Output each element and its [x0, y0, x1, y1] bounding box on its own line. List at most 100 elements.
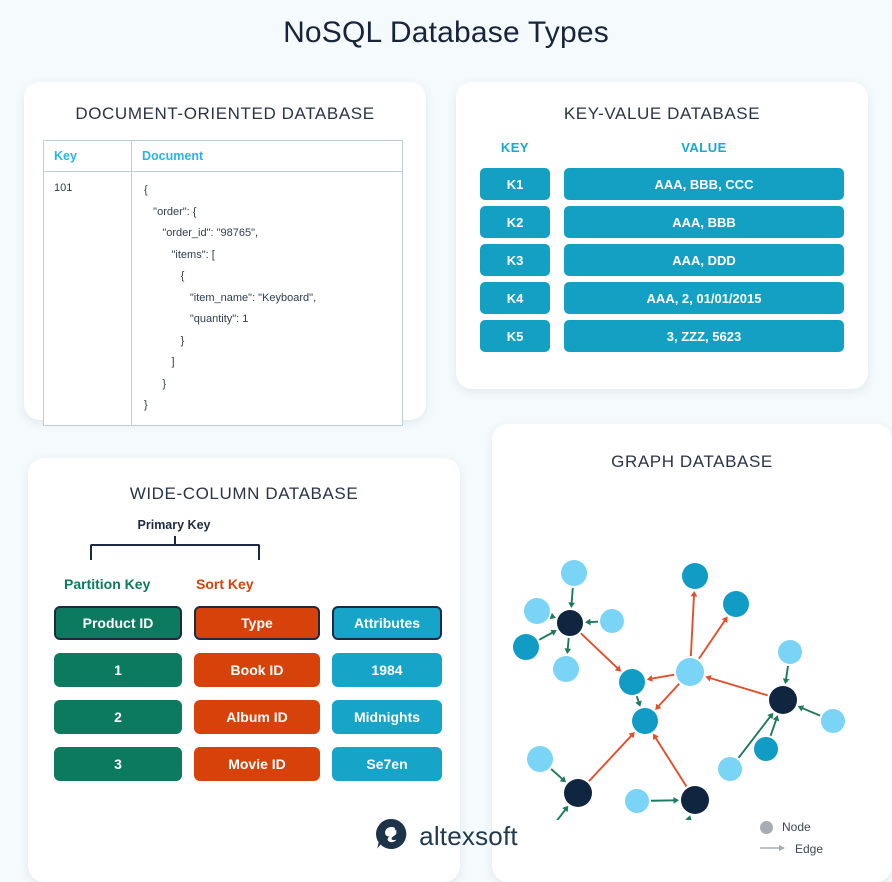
partition-key-label: Partition Key — [64, 576, 150, 592]
graph-node — [676, 658, 704, 686]
graph-edge — [801, 707, 821, 715]
graph-edge-arrowhead — [691, 591, 698, 597]
document-table: Key Document 101 { "order": { "order_id"… — [43, 140, 403, 426]
keyvalue-row: K2 AAA, BBB — [480, 206, 844, 238]
keyvalue-key-pill: K2 — [480, 206, 550, 238]
document-oriented-database-card: DOCUMENT-ORIENTED DATABASE Key Document … — [24, 82, 426, 420]
document-row-key: 101 — [44, 172, 132, 426]
graph-node — [718, 757, 742, 781]
graph-edge — [539, 632, 554, 640]
keyvalue-key-pill: K3 — [480, 244, 550, 276]
brand-name: altexsoft — [419, 821, 518, 852]
keyvalue-row: K4 AAA, 2, 01/01/2015 — [480, 282, 844, 314]
keyvalue-key-pill: K4 — [480, 282, 550, 314]
graph-edge — [691, 594, 694, 656]
keyvalue-row: K3 AAA, DDD — [480, 244, 844, 276]
graph-edge — [699, 619, 726, 659]
table-header-row: Key Document — [44, 141, 403, 172]
keyvalue-row: K1 AAA, BBB, CCC — [480, 168, 844, 200]
keyvalue-column-headers: KEY VALUE — [480, 140, 844, 160]
graph-node — [682, 563, 708, 589]
graph-edge — [655, 736, 687, 786]
widecolumn-header-cell: Attributes — [332, 606, 442, 640]
widecolumn-cell: Book ID — [194, 653, 320, 687]
column-header-value: VALUE — [564, 140, 844, 155]
widecolumn-cell: 3 — [54, 747, 182, 781]
graph-node — [527, 746, 553, 772]
widecolumn-cell: 1 — [54, 653, 182, 687]
graph-edge — [657, 684, 679, 708]
widecolumn-rows: Product IDTypeAttributes1Book ID19842Alb… — [54, 606, 434, 794]
graph-edge-arrowhead — [585, 619, 591, 626]
widecolumn-cell: 2 — [54, 700, 182, 734]
graph-node — [600, 609, 624, 633]
graph-node — [619, 669, 645, 695]
graph-edge-arrowhead — [783, 678, 790, 684]
column-header-key: KEY — [480, 140, 550, 155]
primary-key-bracket-group: Primary Key — [64, 518, 284, 574]
graph-edge — [650, 675, 674, 679]
page-title: NoSQL Database Types — [0, 0, 892, 50]
keyvalue-value-pill: AAA, BBB — [564, 206, 844, 238]
graph-node — [778, 640, 802, 664]
keyvalue-value-pill: 3, ZZZ, 5623 — [564, 320, 844, 352]
graph-node — [553, 656, 579, 682]
widecolumn-header-row: Product IDTypeAttributes — [54, 606, 434, 640]
keyvalue-rows: K1 AAA, BBB, CCC K2 AAA, BBB K3 AAA, DDD K4 AAA… — [480, 168, 844, 358]
graph-node — [561, 560, 587, 586]
primary-key-label: Primary Key — [64, 518, 284, 532]
widecolumn-data-row: 2Album IDMidnights — [54, 700, 434, 734]
widecolumn-cell: Midnights — [332, 700, 442, 734]
graph-node — [632, 708, 658, 734]
document-json-value: { "order": { "order_id": "98765", "items… — [132, 172, 403, 426]
graph-node — [557, 610, 583, 636]
bracket-icon — [90, 544, 260, 560]
graph-database-card: GRAPH DATABASE Node Edge — [492, 424, 892, 882]
widecolumn-data-row: 3Movie IDSe7en — [54, 747, 434, 781]
altexsoft-logo-icon — [374, 817, 408, 856]
keyvalue-value-pill: AAA, BBB, CCC — [564, 168, 844, 200]
graph-node — [754, 737, 778, 761]
key-value-database-card: KEY-VALUE DATABASE KEY VALUE K1 AAA, BBB,… — [456, 82, 868, 389]
widecolumn-cell: Movie ID — [194, 747, 320, 781]
graph-node — [723, 591, 749, 617]
keyvalue-value-pill: AAA, 2, 01/01/2015 — [564, 282, 844, 314]
graph-edge-arrowhead — [550, 613, 556, 619]
graph-node — [513, 634, 539, 660]
document-card-title: DOCUMENT-ORIENTED DATABASE — [24, 104, 426, 124]
graph-edge-arrowhead — [673, 797, 679, 804]
keyvalue-value-pill: AAA, DDD — [564, 244, 844, 276]
column-header-key: Key — [44, 141, 132, 172]
keyvalue-key-pill: K5 — [480, 320, 550, 352]
graph-edge — [581, 633, 619, 669]
graph-edge — [708, 677, 767, 695]
graph-node — [769, 686, 797, 714]
graph-node — [681, 786, 709, 814]
column-header-document: Document — [132, 141, 403, 172]
widecolumn-header-cell: Product ID — [54, 606, 182, 640]
cards-grid: DOCUMENT-ORIENTED DATABASE Key Document … — [0, 80, 892, 872]
widecolumn-cell: 1984 — [332, 653, 442, 687]
widecolumn-data-row: 1Book ID1984 — [54, 653, 434, 687]
graph-node — [625, 789, 649, 813]
widecolumn-cell: Album ID — [194, 700, 320, 734]
graph-node — [524, 598, 550, 624]
graph-node — [564, 779, 592, 807]
widecolumn-key-labels: Partition Key Sort Key — [54, 576, 434, 596]
widecolumn-card-title: WIDE-COLUMN DATABASE — [28, 484, 460, 504]
sort-key-label: Sort Key — [196, 576, 254, 592]
footer: altexsoft — [0, 817, 892, 856]
keyvalue-key-pill: K1 — [480, 168, 550, 200]
graph-card-title: GRAPH DATABASE — [492, 452, 892, 472]
keyvalue-card-title: KEY-VALUE DATABASE — [456, 104, 868, 124]
graph-edge — [589, 734, 633, 781]
graph-node — [821, 709, 845, 733]
graph-edge-arrowhead — [647, 675, 653, 682]
table-row: 101 { "order": { "order_id": "98765", "i… — [44, 172, 403, 426]
widecolumn-header-cell: Type — [194, 606, 320, 640]
graph-edge — [571, 588, 572, 605]
graph-edge-arrowhead — [564, 648, 571, 654]
graph-visualization — [492, 480, 892, 820]
graph-edge-arrowhead — [568, 602, 575, 608]
graph-edge — [771, 718, 777, 736]
